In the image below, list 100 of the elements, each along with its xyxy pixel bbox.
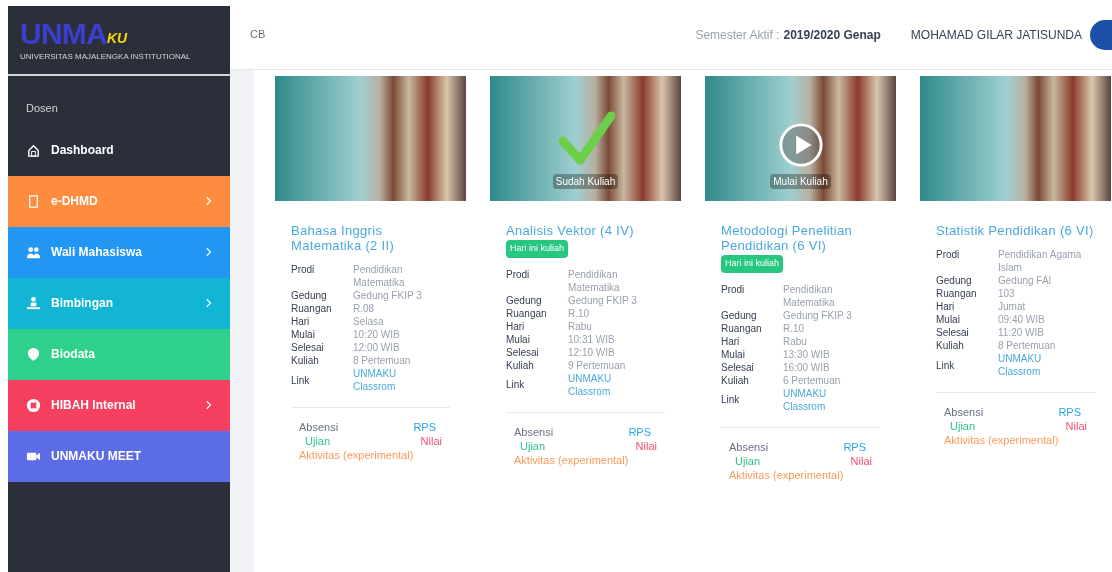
detail-label: Selesai xyxy=(721,360,755,374)
nilai-link[interactable]: Nilai xyxy=(585,438,657,453)
detail-value: 09:40 WIB xyxy=(998,313,1046,326)
ujian-link[interactable]: Ujian xyxy=(729,453,801,468)
absensi-link[interactable]: Absensi xyxy=(514,424,586,439)
detail-label: Gedung xyxy=(506,293,543,307)
sidebar-item[interactable]: UNMAKU MEET xyxy=(8,430,230,482)
detail-label: Prodi xyxy=(721,282,746,297)
course-title[interactable]: Statistik Pendidikan (6 VI) xyxy=(936,223,1095,238)
classroom-link[interactable]: UNMAKU Classrom xyxy=(353,367,413,393)
detail-value: Jumat xyxy=(998,300,1027,313)
detail-label: Hari xyxy=(506,319,526,333)
detail-value: Rabu xyxy=(783,334,808,348)
sidebar-item[interactable]: Biodata xyxy=(8,328,230,380)
detail-label: Hari xyxy=(936,300,956,313)
detail-label: Mulai xyxy=(936,313,961,326)
today-badge: Hari ini kuliah xyxy=(721,255,784,273)
nilai-link[interactable]: Nilai xyxy=(1015,419,1087,433)
detail-value: 12:00 WIB xyxy=(353,341,401,354)
classroom-link[interactable]: UNMAKU Classrom xyxy=(998,352,1058,378)
user-name[interactable]: MOHAMAD GILAR JATISUNDA xyxy=(910,25,1082,44)
sidebar-item[interactable]: Bimbingan xyxy=(8,277,230,329)
detail-label: Prodi xyxy=(936,248,961,262)
circle-icon xyxy=(26,397,41,413)
ujian-link[interactable]: Ujian xyxy=(299,434,371,448)
pin-icon xyxy=(26,346,41,362)
sidebar-item[interactable]: Wali Mahasiswa xyxy=(8,226,230,278)
rps-link[interactable]: RPS xyxy=(585,424,657,439)
aktivitas-link[interactable]: Aktivitas (experimental) xyxy=(729,467,872,482)
detail-value: 8 Pertemuan xyxy=(353,354,412,367)
detail-value: 6 Pertemuan xyxy=(783,373,842,387)
detail-label: Link xyxy=(291,373,311,387)
detail-label: Mulai xyxy=(506,332,531,346)
home-icon xyxy=(26,142,41,158)
detail-value: Gedung FKIP 3 xyxy=(783,308,853,322)
sidebar-toggle[interactable]: CB xyxy=(250,26,266,43)
sidebar-item[interactable]: HIBAH Internal xyxy=(8,379,230,431)
sidebar-item[interactable]: e-DHMD xyxy=(8,175,230,227)
detail-label: Link xyxy=(936,358,956,372)
detail-label: Mulai xyxy=(291,328,316,341)
semester-value: 2019/2020 Genap xyxy=(783,26,881,44)
detail-label: Mulai xyxy=(721,347,746,361)
detail-value: Rabu xyxy=(568,319,593,333)
detail-value: Gedung FKIP 3 xyxy=(568,293,638,307)
detail-label: Gedung xyxy=(721,308,758,322)
detail-value: 103 xyxy=(998,287,1016,300)
ujian-link[interactable]: Ujian xyxy=(514,438,586,453)
ujian-link[interactable]: Ujian xyxy=(944,419,1016,433)
detail-value: 9 Pertemuan xyxy=(568,358,627,372)
detail-label: Selesai xyxy=(936,326,970,339)
aktivitas-link[interactable]: Aktivitas (experimental) xyxy=(514,452,657,467)
detail-label: Ruangan xyxy=(936,287,978,300)
detail-value: Pendidikan Matematika xyxy=(353,263,406,289)
users-icon xyxy=(26,244,41,260)
detail-label: Gedung xyxy=(936,274,973,287)
course-title[interactable]: Bahasa Inggris Matematika (2 II) xyxy=(291,223,450,253)
document-icon xyxy=(26,193,41,209)
detail-label: Hari xyxy=(721,334,741,348)
detail-label: Selesai xyxy=(291,341,325,354)
detail-label: Selesai xyxy=(506,345,540,359)
rps-link[interactable]: RPS xyxy=(1015,405,1087,419)
detail-label: Ruangan xyxy=(291,302,333,315)
detail-label: Gedung xyxy=(291,289,328,302)
detail-value: 10:20 WIB xyxy=(353,328,401,341)
section-label: Dosen xyxy=(25,101,59,116)
aktivitas-link[interactable]: Aktivitas (experimental) xyxy=(944,433,1087,447)
course-title[interactable]: Analisis Vektor (4 IV) xyxy=(506,223,665,238)
detail-value: 10:31 WIB xyxy=(568,332,616,346)
detail-label: Prodi xyxy=(291,263,316,277)
rps-link[interactable]: RPS xyxy=(370,420,442,434)
rps-link[interactable]: RPS xyxy=(800,439,872,454)
detail-label: Ruangan xyxy=(506,306,548,320)
detail-value: Pendidikan Matematika xyxy=(783,282,836,309)
image-caption: Mulai Kuliah xyxy=(770,174,831,189)
detail-value: Gedung FKIP 3 xyxy=(353,289,423,302)
detail-value: 16:00 WIB xyxy=(783,360,831,374)
classroom-link[interactable]: UNMAKU Classrom xyxy=(783,386,843,413)
nilai-link[interactable]: Nilai xyxy=(370,434,442,448)
detail-label: Kuliah xyxy=(291,354,320,367)
nilai-link[interactable]: Nilai xyxy=(800,453,872,468)
detail-value: 11:20 WIB xyxy=(998,326,1045,339)
aktivitas-link[interactable]: Aktivitas (experimental) xyxy=(299,448,442,462)
detail-value: Pendidikan Matematika xyxy=(568,267,621,294)
absensi-link[interactable]: Absensi xyxy=(729,439,801,454)
detail-label: Link xyxy=(721,393,741,406)
checkmark-icon xyxy=(556,110,615,168)
detail-value: Gedung FAI xyxy=(998,274,1053,287)
detail-value: 8 Pertemuan xyxy=(998,339,1057,352)
detail-label: Ruangan xyxy=(721,321,763,335)
play-icon[interactable] xyxy=(777,122,824,168)
detail-label: Kuliah xyxy=(721,373,750,387)
course-title[interactable]: Metodologi Penelitian Pendidikan (6 VI) xyxy=(721,223,880,253)
image-caption: Sudah Kuliah xyxy=(552,174,619,189)
absensi-link[interactable]: Absensi xyxy=(299,420,371,434)
detail-label: Prodi xyxy=(506,267,531,282)
logo-accent: KU xyxy=(107,31,128,45)
classroom-link[interactable]: UNMAKU Classrom xyxy=(568,371,628,398)
avatar[interactable] xyxy=(1090,19,1112,50)
absensi-link[interactable]: Absensi xyxy=(944,405,1016,419)
detail-value: R.10 xyxy=(568,306,591,320)
